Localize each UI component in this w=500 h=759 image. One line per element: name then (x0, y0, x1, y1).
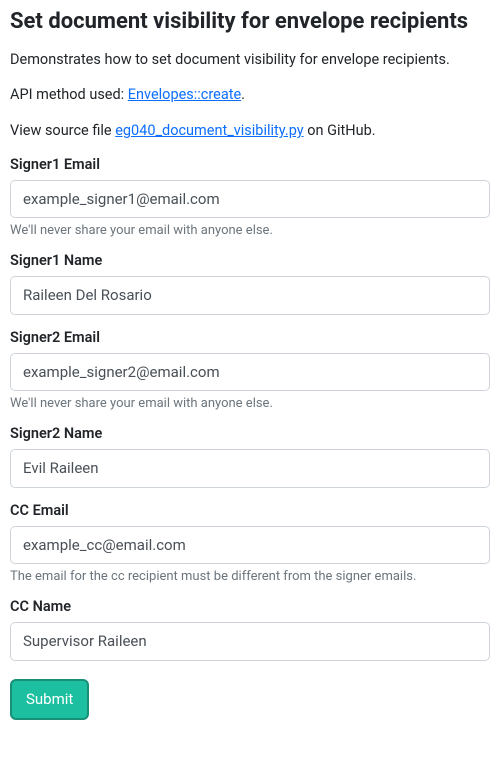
api-method-prefix: API method used: (10, 86, 128, 103)
api-method-line: API method used: Envelopes::create. (10, 84, 490, 106)
signer1-email-label: Signer1 Email (10, 156, 490, 173)
signer1-email-input[interactable] (10, 180, 490, 219)
signer2-name-input[interactable] (10, 449, 490, 488)
signer2-email-label: Signer2 Email (10, 329, 490, 346)
source-file-line: View source file eg040_document_visibili… (10, 120, 490, 142)
api-method-link[interactable]: Envelopes::create (128, 86, 241, 103)
signer2-name-label: Signer2 Name (10, 425, 490, 442)
signer2-email-help: We'll never share your email with anyone… (10, 396, 490, 411)
signer1-email-help: We'll never share your email with anyone… (10, 223, 490, 238)
source-file-prefix: View source file (10, 122, 115, 139)
submit-button[interactable]: Submit (10, 679, 89, 720)
signer1-name-label: Signer1 Name (10, 252, 490, 269)
source-file-link[interactable]: eg040_document_visibility.py (115, 122, 303, 139)
source-file-suffix: on GitHub. (304, 122, 376, 139)
cc-email-help: The email for the cc recipient must be d… (10, 569, 490, 584)
cc-name-label: CC Name (10, 598, 490, 615)
cc-name-input[interactable] (10, 622, 490, 661)
api-method-suffix: . (241, 86, 245, 103)
cc-email-label: CC Email (10, 502, 490, 519)
signer1-name-input[interactable] (10, 276, 490, 315)
signer2-email-input[interactable] (10, 353, 490, 392)
intro-text: Demonstrates how to set document visibil… (10, 49, 490, 71)
page-title: Set document visibility for envelope rec… (10, 8, 490, 37)
cc-email-input[interactable] (10, 526, 490, 565)
